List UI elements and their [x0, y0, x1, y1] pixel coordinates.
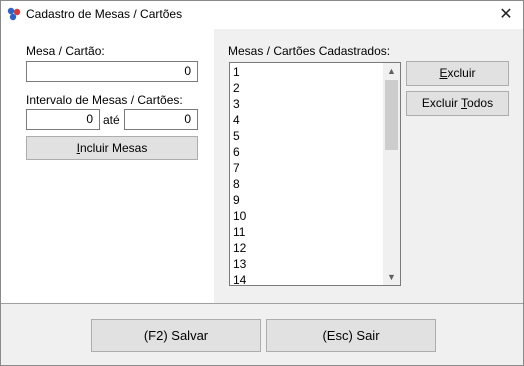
- excluir-label-accel: E: [439, 66, 448, 80]
- list-item[interactable]: 11: [232, 224, 382, 240]
- window-title: Cadastro de Mesas / Cartões: [26, 7, 183, 21]
- excluir-button[interactable]: Excluir: [406, 61, 509, 86]
- footer-bar: (F2) Salvar (Esc) Sair: [1, 303, 523, 365]
- list-item[interactable]: 4: [232, 112, 382, 128]
- excluir-todos-label-post: odos: [467, 96, 494, 110]
- list-item[interactable]: 7: [232, 160, 382, 176]
- mesas-listbox[interactable]: 1 2 3 4 5 6 7 8 9 10 11 12 13 14 ▲ ▼: [229, 62, 401, 286]
- excluir-label-post: xcluir: [447, 66, 476, 80]
- include-label-post: ncluir Mesas: [79, 141, 148, 155]
- mesa-input[interactable]: 0: [26, 61, 198, 82]
- interval-separator: até: [103, 113, 120, 127]
- list-item[interactable]: 3: [232, 96, 382, 112]
- list-item[interactable]: 9: [232, 192, 382, 208]
- list-item[interactable]: 8: [232, 176, 382, 192]
- mesa-label: Mesa / Cartão:: [26, 44, 105, 58]
- list-item[interactable]: 2: [232, 80, 382, 96]
- scroll-down-icon[interactable]: ▼: [383, 269, 400, 285]
- list-item[interactable]: 13: [232, 256, 382, 272]
- list-items: 1 2 3 4 5 6 7 8 9 10 11 12 13 14: [232, 64, 382, 285]
- list-label: Mesas / Cartões Cadastrados:: [228, 44, 391, 58]
- list-item[interactable]: 10: [232, 208, 382, 224]
- save-button[interactable]: (F2) Salvar: [91, 319, 261, 352]
- dialog-window: Cadastro de Mesas / Cartões ✕ Mesa / Car…: [0, 0, 524, 366]
- scroll-thumb[interactable]: [385, 80, 398, 150]
- list-item[interactable]: 1: [232, 64, 382, 80]
- scroll-up-icon[interactable]: ▲: [383, 63, 400, 79]
- excluir-todos-label-pre: Excluir: [421, 96, 462, 110]
- exit-button[interactable]: (Esc) Sair: [266, 319, 436, 352]
- list-item[interactable]: 14: [232, 272, 382, 285]
- title-bar[interactable]: Cadastro de Mesas / Cartões ✕: [1, 1, 523, 29]
- list-item[interactable]: 6: [232, 144, 382, 160]
- list-item[interactable]: 12: [232, 240, 382, 256]
- list-scrollbar[interactable]: ▲ ▼: [383, 63, 400, 285]
- interval-to-input[interactable]: 0: [124, 109, 198, 130]
- close-icon[interactable]: ✕: [489, 1, 523, 29]
- include-mesas-button[interactable]: Incluir Mesas: [26, 136, 198, 160]
- list-item[interactable]: 5: [232, 128, 382, 144]
- interval-label: Intervalo de Mesas / Cartões:: [26, 93, 183, 107]
- app-icon: [7, 7, 21, 21]
- excluir-todos-button[interactable]: Excluir Todos: [406, 91, 509, 116]
- interval-from-input[interactable]: 0: [26, 109, 100, 130]
